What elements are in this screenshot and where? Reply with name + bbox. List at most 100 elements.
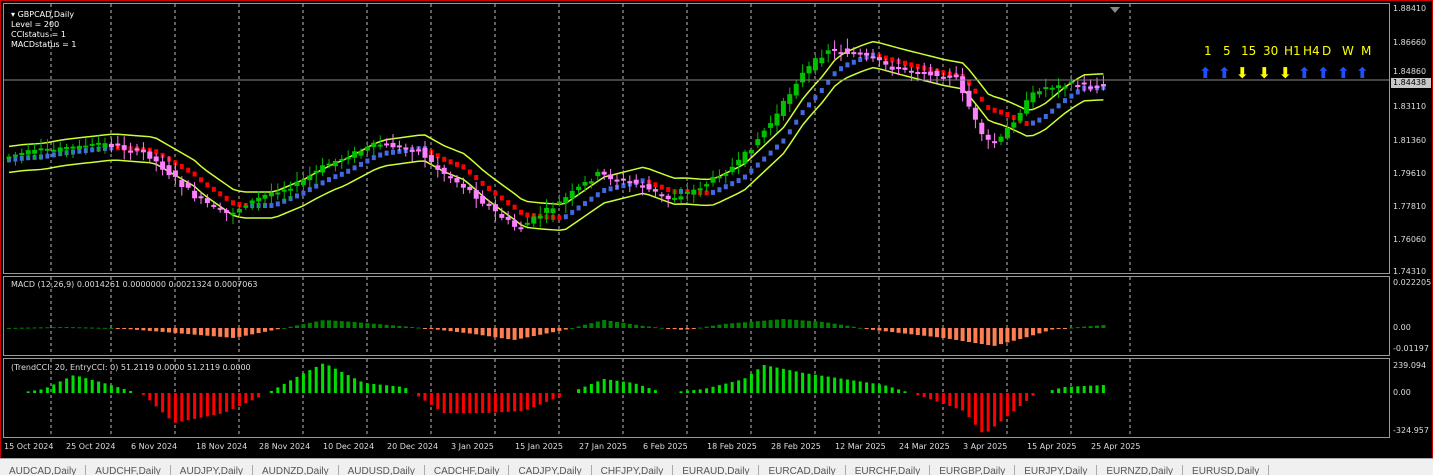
macd-bar xyxy=(749,321,754,328)
candle-body xyxy=(38,148,44,151)
candle-body xyxy=(198,196,204,199)
price-chart-pane[interactable]: ▾ GBPCAD,Daily Level = 200 CCIstatus = 1… xyxy=(3,3,1390,274)
candle-body xyxy=(64,147,70,150)
macd-bar xyxy=(512,328,517,340)
macd-bar xyxy=(506,328,511,340)
cci-bar xyxy=(557,393,561,397)
price-tick: 1.86660 xyxy=(1393,38,1427,47)
chart-info: ▾ GBPCAD,Daily Level = 200 CCIstatus = 1… xyxy=(11,10,76,50)
cci-tick: -324.957 xyxy=(1393,426,1429,435)
cci-bar xyxy=(65,378,69,393)
cci-bar xyxy=(269,390,273,393)
macd-bar xyxy=(314,321,319,328)
macd-bar xyxy=(378,324,383,328)
macd-bar xyxy=(851,326,856,328)
cci-bar xyxy=(615,380,619,393)
candle-body xyxy=(531,216,537,224)
cci-bar xyxy=(1018,393,1022,407)
macd-bar xyxy=(794,319,799,328)
ma-dot xyxy=(314,183,319,189)
chart-title: ▾ GBPCAD,Daily xyxy=(11,10,76,20)
cci-bar xyxy=(1050,390,1054,393)
price-scale[interactable]: 1.88410 1.86660 1.83110 1.81360 1.79610 … xyxy=(1390,3,1433,276)
candle-body xyxy=(614,179,620,182)
date-tick: 15 Jan 2025 xyxy=(515,442,563,451)
ma-dot xyxy=(736,178,741,184)
candle-body xyxy=(524,222,530,225)
cci-bar xyxy=(545,393,549,402)
date-tick: 10 Dec 2024 xyxy=(323,442,375,451)
timeframe-label: W xyxy=(1342,44,1354,58)
collapse-triangle-icon[interactable]: ▾ xyxy=(11,10,15,19)
price-tick: 1.84860 xyxy=(1393,67,1427,76)
macd-bar xyxy=(954,328,959,340)
cci-bar xyxy=(193,393,197,419)
cci-bar xyxy=(487,393,491,413)
time-scale[interactable]: 15 Oct 2024 25 Oct 2024 6 Nov 2024 18 Nov 2… xyxy=(0,440,1390,454)
candle-body xyxy=(224,210,230,213)
candle-body xyxy=(345,157,351,160)
macd-bar xyxy=(896,328,901,333)
ma-dot xyxy=(218,191,223,197)
ma-dot xyxy=(231,200,235,206)
ma-dot xyxy=(903,60,907,66)
cci-tick: 239.094 xyxy=(1393,361,1427,370)
cci-bar xyxy=(301,373,305,393)
macd-bar xyxy=(250,328,255,335)
ma-dot xyxy=(327,177,331,183)
macd-bar xyxy=(711,325,715,328)
timeframe-label: 15 xyxy=(1241,44,1257,58)
candle-body xyxy=(192,190,198,199)
candle-body xyxy=(435,165,441,170)
cci-bar xyxy=(391,385,395,393)
macd-bar xyxy=(391,325,395,328)
cci-bar xyxy=(865,382,869,393)
date-tick: 18 Nov 2024 xyxy=(196,442,248,451)
ma-dot xyxy=(659,184,664,190)
candle-body xyxy=(300,179,306,186)
cci-bar xyxy=(167,393,171,419)
candle-body xyxy=(281,189,287,192)
cci-bar xyxy=(628,382,632,393)
cci-scale[interactable]: 239.094 0.00 -324.957 xyxy=(1390,358,1433,438)
candle-body xyxy=(512,220,518,227)
cci-bar xyxy=(244,393,248,404)
macd-bar xyxy=(922,328,927,336)
cci-bar xyxy=(583,386,587,393)
date-tick: 12 Mar 2025 xyxy=(835,442,886,451)
macd-bar xyxy=(877,328,882,331)
candle-body xyxy=(160,161,166,170)
macd-bar xyxy=(915,328,920,336)
candle-body xyxy=(1056,85,1062,89)
cci-bar xyxy=(33,390,37,393)
cci-bar xyxy=(1076,386,1080,393)
macd-bar xyxy=(743,322,747,328)
macd-bar xyxy=(883,328,888,332)
candle-body xyxy=(1004,127,1010,139)
candle-body xyxy=(70,146,76,149)
cci-bar xyxy=(314,366,318,393)
cci-bar xyxy=(820,375,824,393)
chart-shift-marker-icon[interactable] xyxy=(1110,7,1120,13)
macd-pane[interactable]: MACD (12,26,9) 0.0014261 0.0000000 0.002… xyxy=(3,276,1390,356)
ma-dot xyxy=(448,159,453,165)
cci-bar xyxy=(218,393,222,414)
ma-dot xyxy=(1050,108,1055,114)
candle-body xyxy=(358,151,364,156)
macd-bar xyxy=(7,327,11,329)
ma-dot xyxy=(487,185,491,191)
cci-pane[interactable]: (TrendCCI: 20, EntryCCI: 0) 51.2119 0.00… xyxy=(3,358,1390,438)
candle-body xyxy=(288,188,294,191)
cci-bar xyxy=(999,393,1003,422)
cci-bar xyxy=(173,393,177,423)
macd-bar xyxy=(269,328,274,331)
macd-bar xyxy=(1043,328,1048,332)
candle-body xyxy=(230,212,236,215)
candle-body xyxy=(665,195,671,200)
macd-bar xyxy=(1056,328,1061,329)
macd-scale[interactable]: 0.022205 0.00 -0.01197 xyxy=(1390,276,1433,356)
candle-body xyxy=(44,148,50,151)
ma-dot xyxy=(192,171,197,177)
cci-bar xyxy=(103,383,107,393)
timeframe-label: 5 xyxy=(1223,44,1231,58)
